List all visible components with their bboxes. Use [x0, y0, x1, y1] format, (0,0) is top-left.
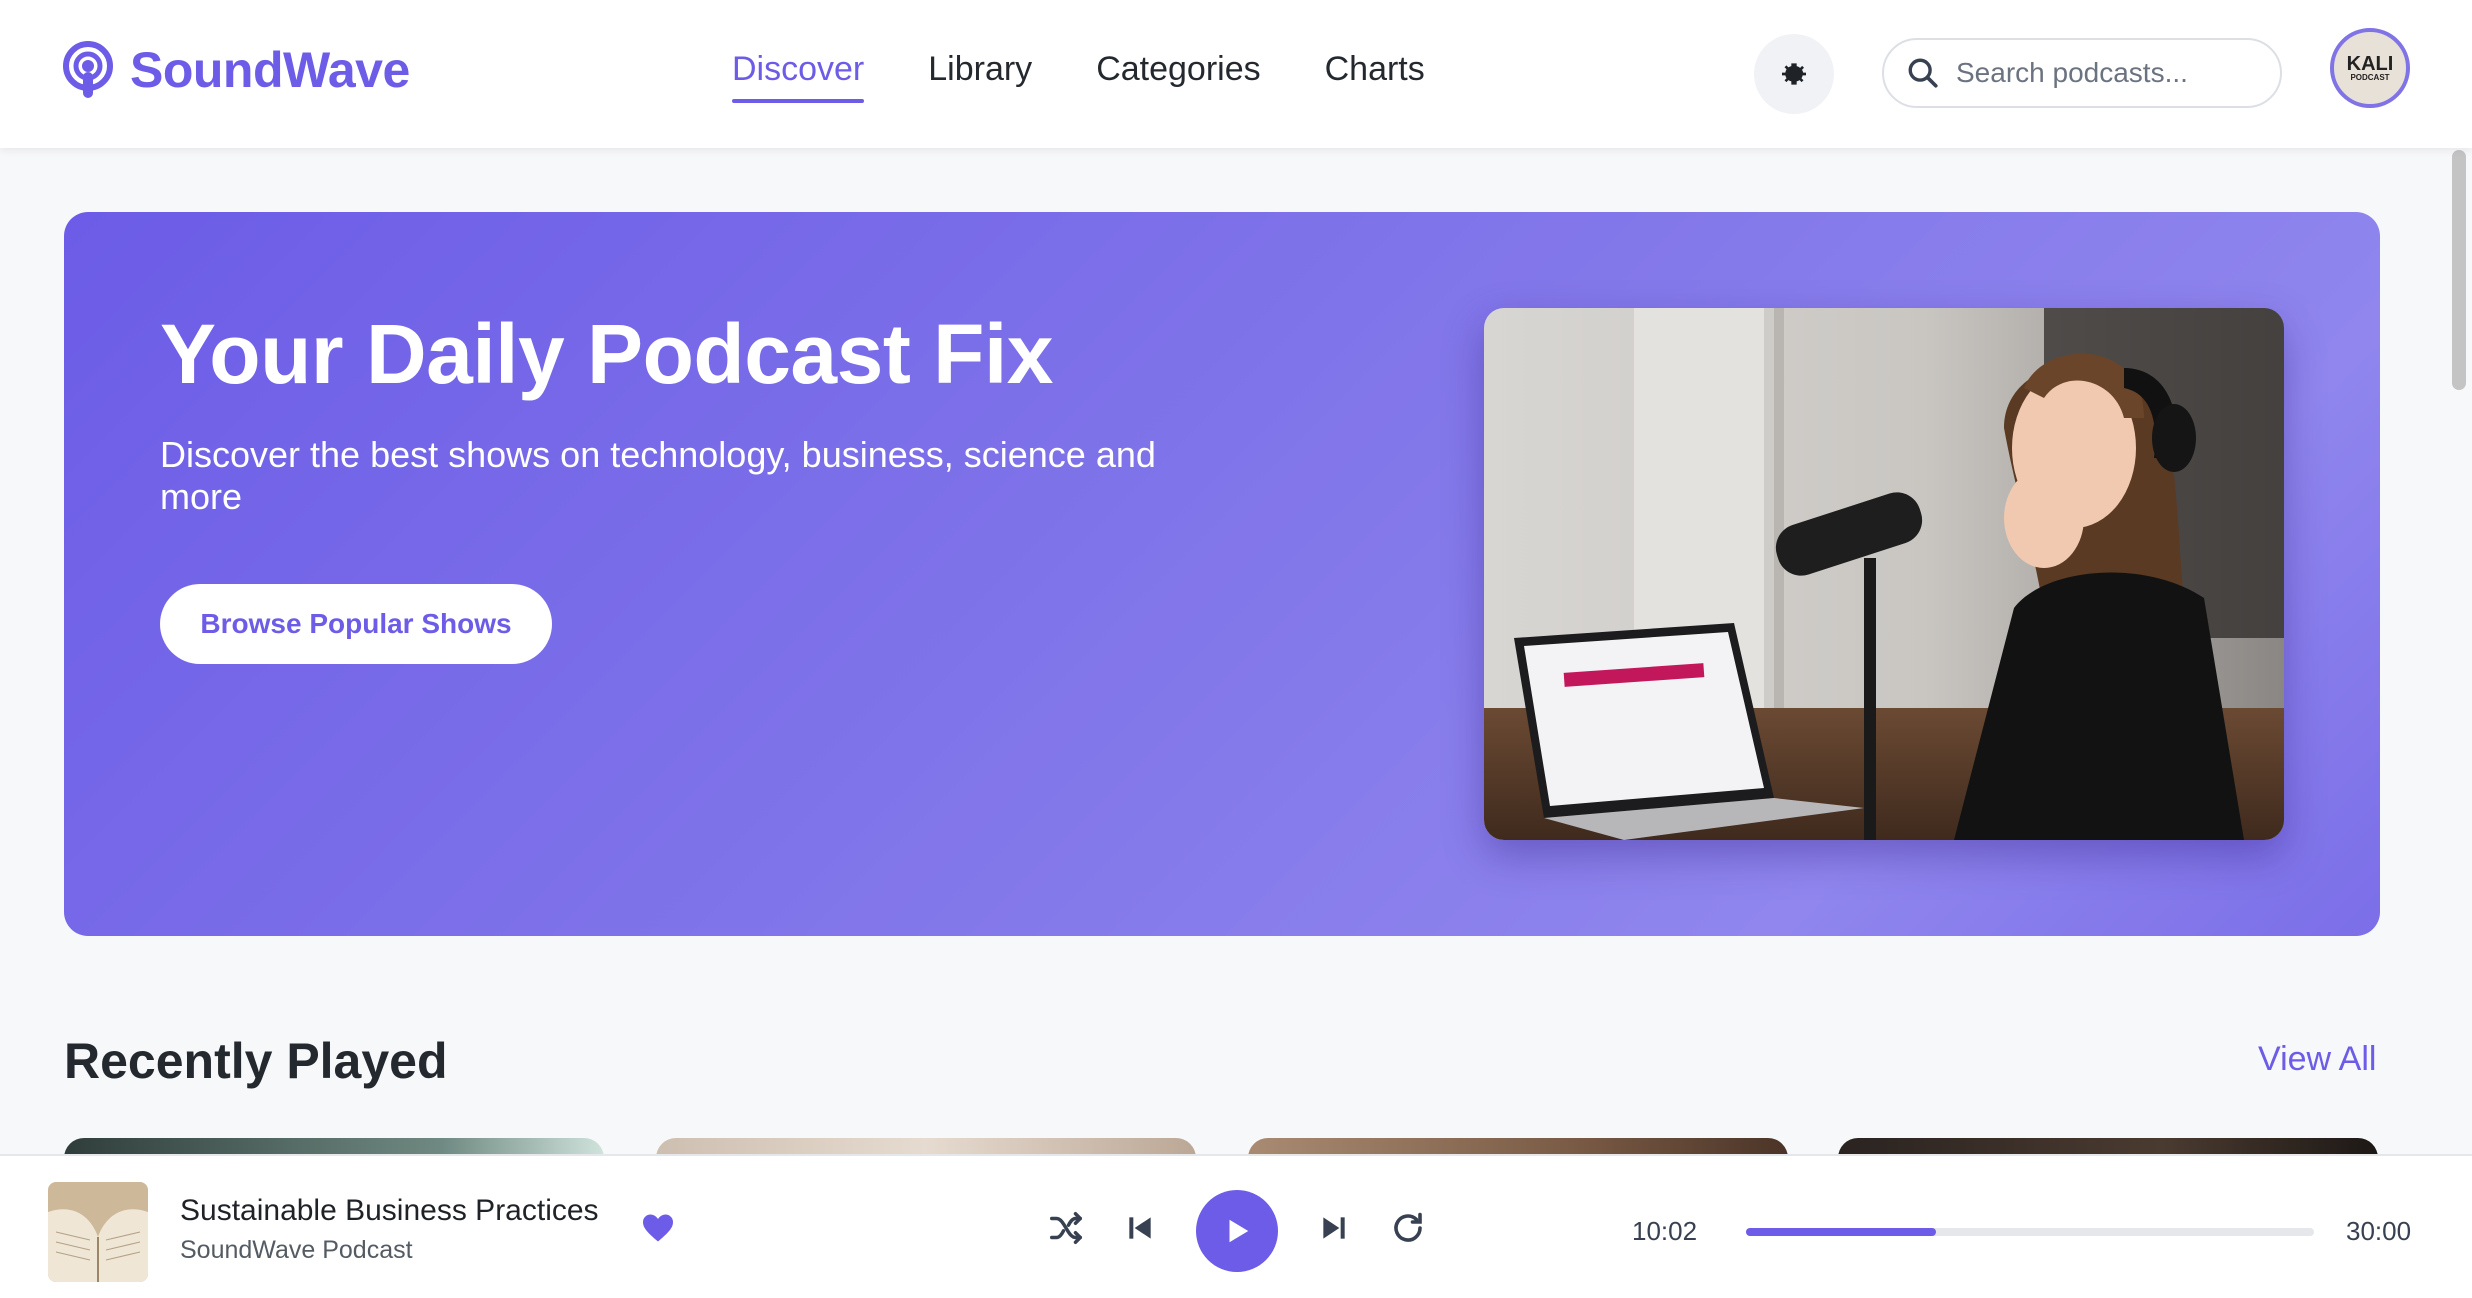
- shuffle-icon: [1050, 1212, 1082, 1244]
- audio-player-bar: Sustainable Business Practices SoundWave…: [0, 1154, 2472, 1298]
- recently-played-title: Recently Played: [64, 1033, 448, 1089]
- skip-forward-icon: [1323, 1217, 1345, 1239]
- avatar-label: KALI: [2346, 52, 2394, 75]
- user-avatar[interactable]: KALI PODCAST: [2330, 28, 2410, 108]
- next-track-button[interactable]: [1312, 1206, 1356, 1250]
- book-cover-image: [48, 1182, 148, 1282]
- view-all-link[interactable]: View All: [2258, 1040, 2376, 1079]
- hero-subtitle: Discover the best shows on technology, b…: [160, 434, 1156, 517]
- search-icon: [1908, 58, 1938, 88]
- heart-icon[interactable]: [640, 1210, 676, 1246]
- hero-image: [1484, 308, 2284, 840]
- track-title: Sustainable Business Practices: [180, 1194, 599, 1227]
- hero-banner: Your Daily Podcast Fix Discover the best…: [64, 212, 2380, 936]
- podcaster-photo: [1484, 308, 2284, 840]
- nav-charts[interactable]: Charts: [1325, 50, 1425, 101]
- repeat-button[interactable]: [1386, 1206, 1430, 1250]
- track-cover-art[interactable]: [48, 1182, 148, 1282]
- hero-title: Your Daily Podcast Fix: [160, 307, 1054, 401]
- nav-discover[interactable]: Discover: [732, 50, 865, 103]
- search-box: [1882, 38, 2282, 108]
- avatar-sublabel: PODCAST: [2350, 72, 2390, 82]
- progress-bar[interactable]: [1746, 1228, 2314, 1236]
- progress-fill: [1746, 1228, 1936, 1236]
- browse-popular-shows-button[interactable]: Browse Popular Shows: [160, 584, 552, 664]
- top-header: SoundWave Discover Library Categories Ch…: [0, 0, 2472, 148]
- page-scrollbar[interactable]: [2448, 150, 2468, 1150]
- skip-back-icon: [1129, 1217, 1151, 1239]
- brand-logo[interactable]: SoundWave: [60, 40, 410, 100]
- nav-library[interactable]: Library: [928, 50, 1032, 101]
- shuffle-button[interactable]: [1044, 1206, 1088, 1250]
- search-input[interactable]: [1956, 57, 2256, 89]
- play-button[interactable]: [1196, 1190, 1278, 1272]
- play-icon: [1229, 1219, 1249, 1243]
- repeat-icon: [1394, 1212, 1422, 1242]
- podcast-icon: [63, 41, 113, 98]
- nav-categories[interactable]: Categories: [1096, 50, 1260, 101]
- track-artist: SoundWave Podcast: [180, 1236, 413, 1264]
- brand-name: SoundWave: [130, 42, 410, 98]
- elapsed-time: 10:02: [1632, 1216, 1698, 1246]
- theme-toggle-button[interactable]: [1754, 34, 1834, 114]
- scrollbar-thumb[interactable]: [2452, 150, 2466, 390]
- total-duration: 30:00: [2346, 1216, 2412, 1246]
- previous-track-button[interactable]: [1118, 1206, 1162, 1250]
- main-nav: Discover Library Categories Charts: [732, 50, 1425, 103]
- gear-icon: [1782, 63, 1806, 85]
